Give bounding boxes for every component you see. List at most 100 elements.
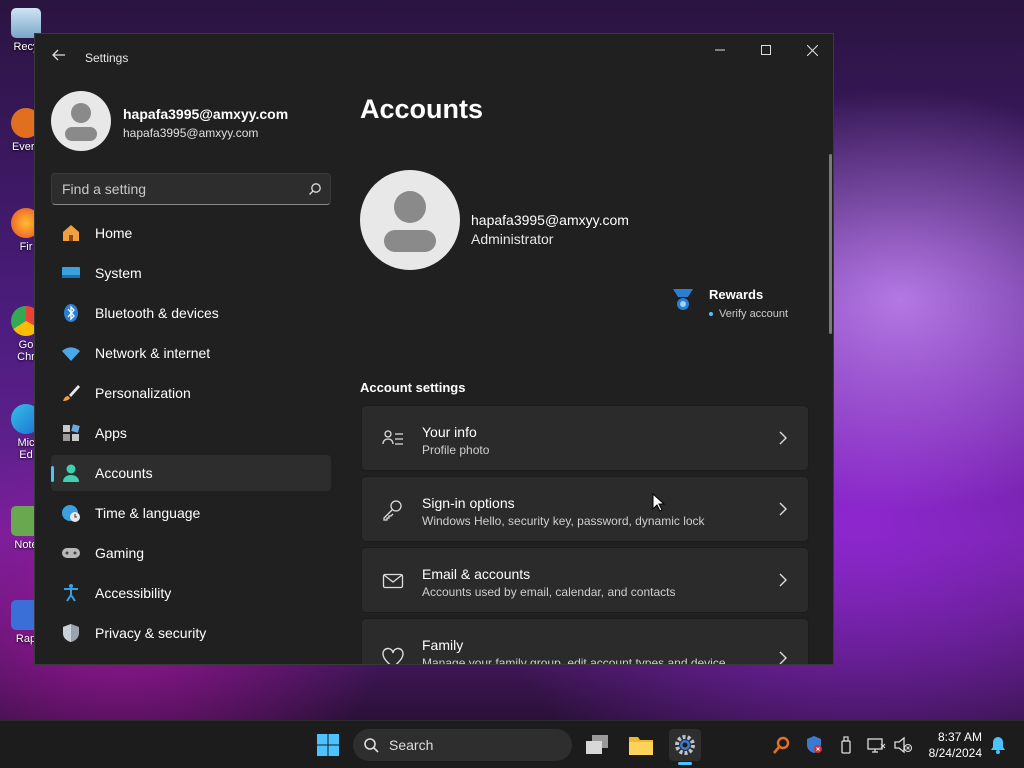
status-dot-icon — [709, 312, 713, 317]
sidebar-item-label: Apps — [95, 425, 127, 441]
rewards-title: Rewards — [709, 287, 764, 302]
card-subtitle: Manage your family group, edit account t… — [422, 656, 726, 665]
page-title: Accounts — [360, 94, 484, 124]
chevron-right-icon — [779, 431, 787, 445]
home-icon — [63, 225, 79, 241]
network-icon — [62, 347, 80, 361]
nav-list: Home System Bluetooth & devices Network … — [51, 215, 331, 655]
avatar — [51, 91, 111, 151]
clock-time: 8:37 AM — [937, 730, 982, 744]
sidebar-item-personalization[interactable]: Personalization — [51, 375, 331, 411]
sidebar-item-bluetooth[interactable]: Bluetooth & devices — [51, 295, 331, 331]
key-icon — [383, 500, 402, 521]
minimize-button[interactable] — [697, 34, 743, 66]
account-email: hapafa3995@amxyy.com — [471, 212, 629, 228]
back-button[interactable] — [49, 48, 69, 68]
clock[interactable]: 8:37 AM 8/24/2024 — [918, 729, 982, 761]
title-bar[interactable]: Settings — [35, 34, 833, 82]
shield-icon — [63, 624, 79, 642]
sidebar-item-label: Privacy & security — [95, 625, 207, 641]
app-title: Settings — [85, 51, 129, 65]
settings-window: Settings hapafa3995@amxyy.com hapafa3995… — [34, 33, 834, 665]
chevron-right-icon — [779, 573, 787, 587]
mouse-cursor-icon — [652, 493, 666, 512]
maximize-button[interactable] — [743, 34, 789, 66]
close-icon — [806, 44, 818, 56]
sidebar-item-label: Accounts — [95, 465, 153, 481]
gear-icon — [675, 735, 695, 755]
arrow-left-icon — [52, 49, 65, 61]
sidebar-item-label: Personalization — [95, 385, 191, 401]
sidebar-item-apps[interactable]: Apps — [51, 415, 331, 451]
notification-bell-icon[interactable] — [988, 735, 1008, 755]
sidebar-item-label: System — [95, 265, 142, 281]
apps-icon — [63, 424, 80, 441]
sidebar: hapafa3995@amxyy.com hapafa3995@amxyy.co… — [35, 82, 345, 664]
card-sign-in-options[interactable]: Sign-in options Windows Hello, security … — [361, 476, 809, 542]
network-tray-icon[interactable] — [866, 735, 886, 755]
sidebar-item-label: Gaming — [95, 545, 145, 561]
sidebar-item-time-language[interactable]: Time & language — [51, 495, 331, 531]
sidebar-item-gaming[interactable]: Gaming — [51, 535, 331, 571]
search-box[interactable] — [51, 173, 331, 205]
gamepad-icon — [62, 548, 80, 558]
card-subtitle: Windows Hello, security key, password, d… — [422, 514, 705, 528]
sidebar-item-privacy-security[interactable]: Privacy & security — [51, 615, 331, 651]
sidebar-item-network[interactable]: Network & internet — [51, 335, 331, 371]
sidebar-item-accessibility[interactable]: Accessibility — [51, 575, 331, 611]
maximize-icon — [761, 45, 771, 55]
rewards-subtitle-text: Verify account — [719, 308, 789, 320]
brush-icon — [63, 385, 80, 401]
chevron-right-icon — [779, 651, 787, 664]
folder-icon — [629, 737, 653, 755]
card-title: Family — [422, 637, 464, 653]
sidebar-item-home[interactable]: Home — [51, 215, 331, 251]
card-title: Email & accounts — [422, 566, 531, 582]
family-heart-icon — [382, 647, 404, 664]
account-role: Administrator — [471, 231, 554, 247]
account-avatar[interactable] — [360, 170, 460, 270]
search-input[interactable] — [62, 174, 292, 204]
user-name: hapafa3995@amxyy.com — [123, 106, 289, 122]
sidebar-item-label: Network & internet — [95, 345, 211, 361]
card-family[interactable]: Family Manage your family group, edit ac… — [361, 618, 809, 665]
scrollbar[interactable] — [829, 154, 832, 334]
start-button[interactable] — [312, 729, 344, 761]
taskbar-search-label: Search — [389, 737, 434, 753]
clock-date: 8/24/2024 — [928, 746, 982, 760]
rewards-link[interactable]: Rewards Verify account — [670, 284, 820, 324]
security-shield-tray-icon[interactable] — [804, 735, 824, 755]
usb-tray-icon[interactable] — [836, 735, 856, 755]
person-list-icon — [382, 430, 403, 445]
search-everything-tray-icon[interactable] — [772, 735, 792, 755]
volume-muted-icon[interactable] — [893, 735, 913, 755]
sidebar-item-accounts[interactable]: Accounts — [51, 455, 331, 491]
card-subtitle: Profile photo — [422, 443, 490, 457]
card-your-info[interactable]: Your info Profile photo — [361, 405, 809, 471]
sidebar-item-label: Accessibility — [95, 585, 172, 601]
globe-clock-icon — [62, 505, 80, 522]
task-view-button[interactable] — [581, 729, 613, 761]
windows-logo-icon — [317, 734, 339, 756]
task-view-icon — [586, 735, 608, 754]
person-icon — [65, 103, 97, 141]
bluetooth-icon — [64, 304, 78, 322]
mail-icon — [382, 573, 404, 589]
file-explorer-button[interactable] — [625, 729, 657, 761]
system-icon — [62, 267, 80, 278]
sidebar-item-system[interactable]: System — [51, 255, 331, 291]
section-title: Account settings — [360, 380, 466, 395]
sidebar-item-label: Bluetooth & devices — [95, 305, 219, 321]
person-icon — [384, 191, 436, 252]
user-card[interactable]: hapafa3995@amxyy.com hapafa3995@amxyy.co… — [51, 91, 341, 151]
card-title: Your info — [422, 424, 477, 440]
close-button[interactable] — [789, 34, 833, 66]
taskbar-search[interactable]: Search — [353, 729, 572, 761]
accounts-icon — [63, 464, 79, 482]
card-email-accounts[interactable]: Email & accounts Accounts used by email,… — [361, 547, 809, 613]
user-email: hapafa3995@amxyy.com — [123, 126, 259, 140]
rewards-medal-icon — [673, 289, 693, 310]
taskbar: Search 8:37 AM 8/24/2024 — [0, 720, 1024, 768]
accessibility-icon — [64, 584, 78, 602]
settings-taskbar-button[interactable] — [669, 729, 701, 765]
